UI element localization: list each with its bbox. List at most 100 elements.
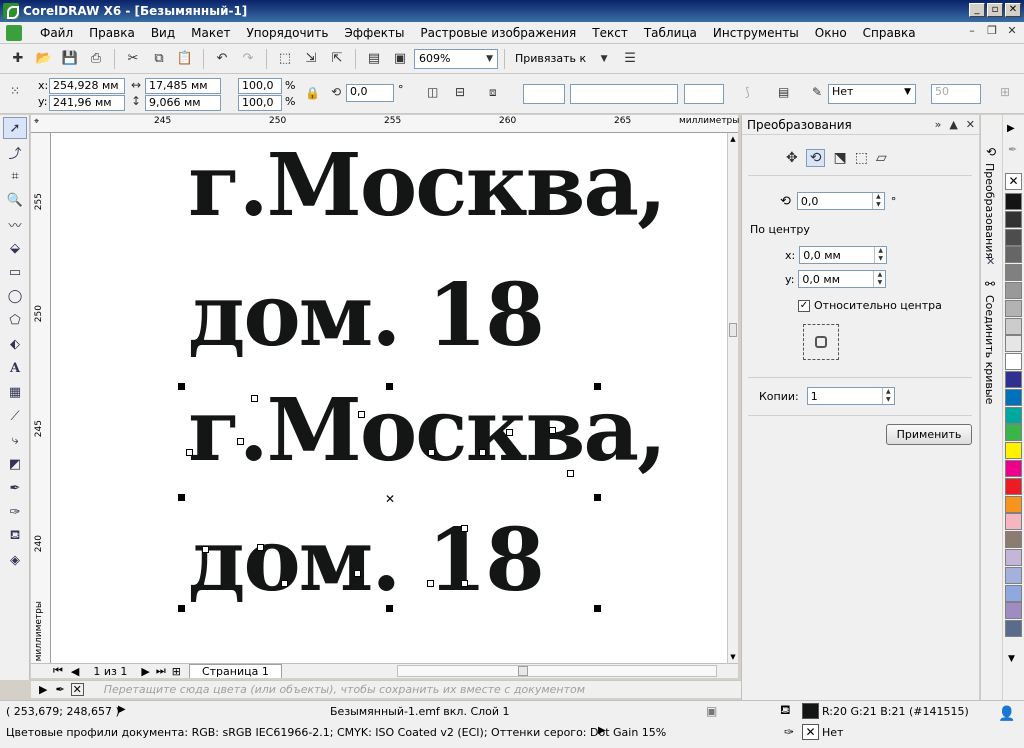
height-field[interactable]: 9,066 мм — [145, 95, 221, 111]
selection-handle[interactable] — [594, 605, 601, 612]
style-select[interactable] — [570, 84, 678, 104]
curve-node[interactable] — [461, 580, 468, 587]
view-mode-icon[interactable]: ▣ — [706, 704, 717, 718]
size-mode-icon[interactable]: ⬚ — [855, 150, 868, 166]
eyedropper-icon[interactable]: ✒ — [55, 683, 64, 696]
copies-input[interactable]: 1 ▲ ▼ — [806, 387, 895, 405]
palette-swatch[interactable] — [1005, 584, 1022, 602]
next-page-icon[interactable]: ▶ — [141, 665, 149, 678]
no-fill-swatch[interactable]: ✕ — [1005, 173, 1022, 190]
welcome-screen-icon[interactable]: ▣ — [388, 48, 412, 70]
palette-swatch[interactable] — [1005, 513, 1022, 531]
export-icon[interactable]: ⇱ — [325, 48, 349, 70]
join-curves-tab[interactable]: Соединить кривые — [983, 295, 996, 404]
options-icon[interactable]: ☰ — [618, 48, 642, 70]
menu-view[interactable]: Вид — [143, 26, 183, 40]
relative-center-checkbox[interactable]: ✓ — [798, 299, 810, 312]
y-position-field[interactable]: 241,96 мм — [49, 95, 125, 111]
palette-swatch[interactable] — [1005, 246, 1022, 264]
snap-to-button[interactable]: Привязать к — [511, 52, 590, 65]
wrap-paragraph-icon[interactable]: ▤ — [778, 85, 789, 99]
redo-icon[interactable]: ↷ — [236, 48, 260, 70]
paste-icon[interactable]: 📋 — [173, 48, 197, 70]
close-tab-icon[interactable]: ✕ — [986, 255, 995, 268]
curve-node[interactable] — [506, 429, 513, 436]
rotation-angle-field[interactable]: 0,0 — [346, 84, 394, 102]
blend-tool-icon[interactable]: ◩ — [3, 453, 27, 475]
curve-node[interactable] — [257, 544, 264, 551]
palette-swatch[interactable] — [1005, 477, 1022, 495]
palette-scroll-down-icon[interactable]: ▼ — [1008, 654, 1015, 664]
options-grid-icon[interactable]: ⊞ — [1000, 85, 1010, 99]
palette-swatch[interactable] — [1005, 566, 1022, 584]
palette-flyout-icon[interactable]: ▶ — [39, 683, 47, 696]
menu-arrange[interactable]: Упорядочить — [238, 26, 336, 40]
scroll-down-icon[interactable]: ▼ — [728, 653, 738, 661]
menu-effects[interactable]: Эффекты — [336, 26, 412, 40]
application-launcher-icon[interactable]: ▤ — [362, 48, 386, 70]
close-button[interactable]: ✕ — [1005, 3, 1021, 17]
add-page-icon[interactable]: ⊞ — [172, 665, 181, 678]
selection-handle[interactable] — [594, 383, 601, 390]
interactive-fill-icon[interactable]: ◈ — [3, 549, 27, 571]
smart-fill-icon[interactable]: ⬙ — [3, 237, 27, 259]
pick-tool-icon[interactable]: ➚ — [3, 117, 27, 139]
menu-table[interactable]: Таблица — [636, 26, 705, 40]
selection-handle[interactable] — [178, 494, 185, 501]
docker-expand-icon[interactable]: » — [935, 118, 942, 131]
selected-address-line-city[interactable]: г.Москва, — [188, 388, 667, 474]
selection-handle[interactable] — [594, 494, 601, 501]
rotation-angle-input[interactable]: 0,0 ▲ ▼ — [796, 192, 885, 210]
palette-swatch[interactable] — [1005, 388, 1022, 406]
fill-color-swatch[interactable] — [802, 703, 819, 719]
doc-restore-button[interactable]: ❐ — [984, 25, 1000, 39]
palette-swatch[interactable] — [1005, 442, 1022, 460]
fill-tool-icon[interactable]: ⛾ — [3, 525, 27, 547]
palette-swatch[interactable] — [1005, 620, 1022, 638]
curve-node[interactable] — [358, 411, 365, 418]
ruler-origin-icon[interactable]: ⌖ — [34, 117, 39, 127]
spin-arrows-icon[interactable]: ▲ ▼ — [871, 193, 884, 209]
lock-ratio-icon[interactable]: 🔒 — [305, 86, 320, 100]
color-profiles-flyout-icon[interactable]: ▶ — [598, 725, 606, 736]
palette-swatch[interactable] — [1005, 299, 1022, 317]
curve-node[interactable] — [461, 525, 468, 532]
palette-swatch[interactable] — [1005, 228, 1022, 246]
mirror-horizontal-icon[interactable]: ◫ — [427, 85, 438, 99]
position-mode-icon[interactable]: ✥ — [786, 150, 798, 166]
menu-file[interactable]: Файл — [32, 26, 81, 40]
menu-tools[interactable]: Инструменты — [705, 26, 807, 40]
scale-mode-icon[interactable]: ⬔ — [833, 150, 846, 166]
rectangle-tool-icon[interactable]: ▭ — [3, 261, 27, 283]
palette-swatch[interactable] — [1005, 193, 1022, 210]
mirror-vertical-icon[interactable]: ⊟ — [455, 85, 465, 99]
connector-tool-icon[interactable]: ⤷ — [3, 429, 27, 451]
selection-handle[interactable] — [386, 383, 393, 390]
minimize-button[interactable]: _ — [969, 3, 985, 17]
scale-y-field[interactable]: 100,0 — [238, 95, 282, 111]
center-y-input[interactable]: 0,0 мм ▲ ▼ — [798, 270, 887, 288]
selection-handle[interactable] — [386, 605, 393, 612]
spin-arrows-icon[interactable]: ▲ ▼ — [874, 247, 886, 263]
table-tool-icon[interactable]: ▦ — [3, 381, 27, 403]
rotate-mode-icon[interactable]: ⟲ — [805, 149, 826, 167]
text-tool-icon[interactable]: A — [3, 357, 27, 379]
rotation-center-icon[interactable]: ✕ — [385, 492, 395, 506]
doc-close-button[interactable]: ✕ — [1004, 25, 1020, 39]
address-line-city[interactable]: г.Москва, — [188, 143, 667, 229]
palette-swatch[interactable] — [1005, 549, 1022, 566]
palette-eyedropper-icon[interactable]: ✒ — [1008, 143, 1017, 156]
skew-mode-icon[interactable]: ⏥ — [876, 150, 887, 166]
palette-menu-icon[interactable]: ▶ — [1007, 123, 1015, 134]
palette-swatch[interactable] — [1005, 335, 1022, 353]
outline-pen-icon[interactable]: ✎ — [812, 85, 822, 99]
new-document-icon[interactable]: ✚ — [6, 48, 30, 70]
maximize-button[interactable]: ▫ — [987, 3, 1003, 17]
curve-node[interactable] — [186, 449, 193, 456]
save-icon[interactable]: 💾 — [58, 48, 82, 70]
apply-button[interactable]: Применить — [886, 424, 972, 445]
page-tab[interactable]: Страница 1 — [188, 664, 282, 678]
palette-swatch[interactable] — [1005, 495, 1022, 513]
selected-address-line-house[interactable]: дом. 18 — [188, 518, 545, 604]
outline-color-swatch[interactable]: ✕ — [802, 724, 819, 740]
